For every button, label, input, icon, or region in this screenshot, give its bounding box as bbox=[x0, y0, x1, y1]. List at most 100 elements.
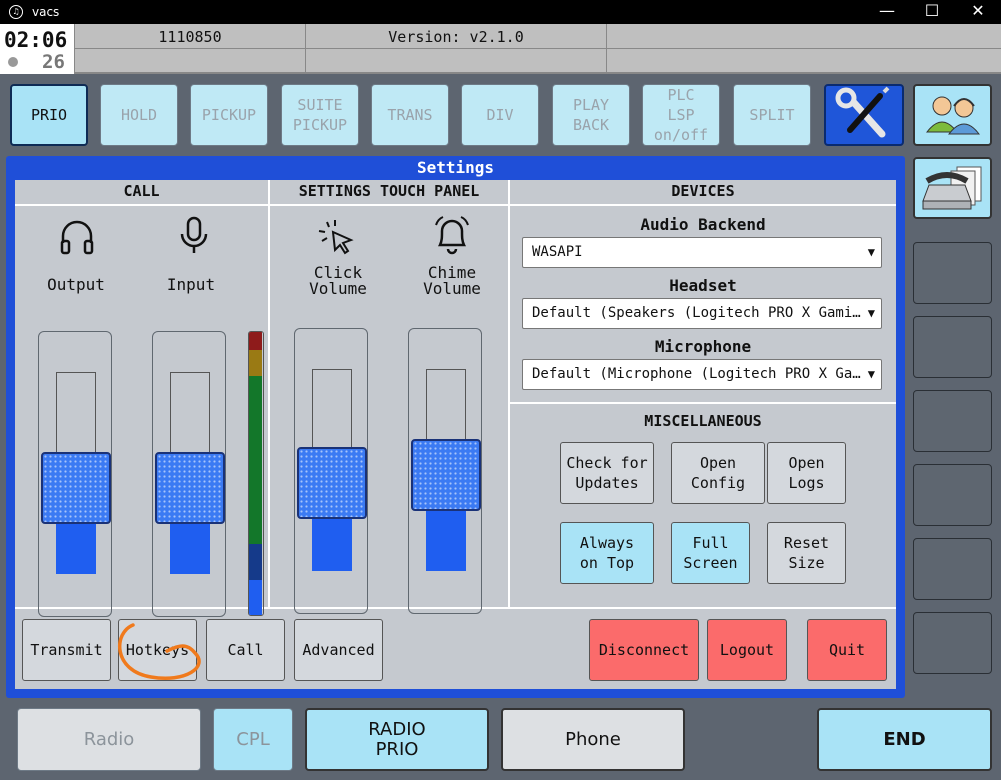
logout-button[interactable]: Logout bbox=[707, 619, 787, 681]
audio-backend-value: WASAPI bbox=[532, 244, 583, 260]
clock-time: 02:06 bbox=[4, 28, 68, 52]
microphone-label: Microphone bbox=[654, 337, 752, 356]
slider-knob[interactable] bbox=[41, 452, 111, 525]
side-slot-button[interactable] bbox=[913, 390, 992, 452]
chevron-down-icon: ▼ bbox=[867, 306, 875, 320]
devices-header: DEVICES bbox=[671, 182, 735, 200]
side-slot-button[interactable] bbox=[913, 242, 992, 304]
minimize-button[interactable]: — bbox=[864, 0, 910, 24]
chime-volume-label: Chime Volume bbox=[423, 263, 481, 298]
meter-segment-level bbox=[249, 580, 262, 615]
side-slot-button[interactable] bbox=[913, 612, 992, 674]
open-logs-button[interactable]: Open Logs bbox=[767, 442, 846, 504]
output-label: Output bbox=[47, 275, 105, 294]
side-slot-button[interactable] bbox=[913, 538, 992, 600]
maximize-button[interactable]: ☐ bbox=[909, 0, 955, 24]
divider bbox=[508, 180, 510, 607]
radio-prio-button[interactable]: RADIO PRIO bbox=[305, 708, 489, 771]
chevron-down-icon: ▼ bbox=[867, 367, 875, 381]
contacts-button[interactable] bbox=[913, 84, 992, 146]
call-header: CALL bbox=[123, 182, 160, 200]
plc-lsp-button[interactable]: PLC LSP on/off bbox=[642, 84, 720, 146]
headset-value: Default (Speakers (Logitech PRO X Gami… bbox=[532, 305, 861, 321]
settings-tools-button[interactable] bbox=[824, 84, 904, 146]
app-headset-icon: ♫ bbox=[9, 5, 23, 19]
close-window-button[interactable]: ✕ bbox=[955, 0, 1001, 24]
bell-icon bbox=[435, 216, 469, 255]
always-on-top-toggle[interactable]: Always on Top bbox=[560, 522, 654, 584]
hold-button[interactable]: HOLD bbox=[100, 84, 178, 146]
divider bbox=[510, 402, 896, 404]
headphones-icon bbox=[60, 220, 94, 255]
slider-knob[interactable] bbox=[297, 446, 367, 519]
touch-panel-header: SETTINGS TOUCH PANEL bbox=[298, 182, 480, 200]
users-headset-icon bbox=[925, 96, 981, 135]
version-field: Version: v2.1.0 bbox=[306, 24, 607, 49]
open-config-button[interactable]: Open Config bbox=[671, 442, 765, 504]
meter-segment-red bbox=[249, 332, 262, 350]
radio-button[interactable]: Radio bbox=[17, 708, 201, 771]
input-volume-slider[interactable] bbox=[152, 331, 226, 617]
prio-button[interactable]: PRIO bbox=[10, 84, 88, 146]
slider-knob[interactable] bbox=[411, 438, 481, 511]
miscellaneous-header: MISCELLANEOUS bbox=[644, 412, 762, 430]
divider bbox=[15, 204, 896, 206]
meter-segment-dark bbox=[249, 544, 262, 580]
check-updates-button[interactable]: Check for Updates bbox=[560, 442, 654, 504]
wrench-screwdriver-icon bbox=[835, 86, 890, 138]
settings-body: CALL SETTINGS TOUCH PANEL DEVICES Output… bbox=[15, 180, 896, 689]
slider-knob[interactable] bbox=[155, 452, 225, 525]
microphone-select[interactable]: Default (Microphone (Logitech PRO X Ga… … bbox=[522, 359, 882, 390]
telephone-icon bbox=[922, 166, 982, 210]
window-titlebar: ♫ vacs — ☐ ✕ bbox=[0, 0, 1001, 24]
pickup-button[interactable]: PICKUP bbox=[190, 84, 268, 146]
microphone-icon bbox=[180, 216, 208, 253]
settings-title: Settings bbox=[416, 158, 495, 177]
suite-pickup-button[interactable]: SUITE PICKUP bbox=[281, 84, 359, 146]
clock-seconds: 26 bbox=[42, 51, 65, 73]
callsign-field: 1110850 bbox=[75, 24, 306, 49]
headset-label: Headset bbox=[669, 276, 737, 295]
cpl-button[interactable]: CPL bbox=[213, 708, 293, 771]
meter-segment-amber bbox=[249, 350, 262, 376]
headset-select[interactable]: Default (Speakers (Logitech PRO X Gami… … bbox=[522, 298, 882, 329]
status-field-empty bbox=[306, 49, 607, 74]
audio-backend-label: Audio Backend bbox=[640, 215, 766, 234]
clock: 02:06 26 bbox=[0, 24, 75, 74]
transmit-tab-button[interactable]: Transmit bbox=[22, 619, 111, 681]
status-dot-icon bbox=[8, 57, 18, 67]
input-level-meter bbox=[248, 331, 264, 616]
click-volume-slider[interactable] bbox=[294, 328, 368, 614]
cursor-click-icon bbox=[318, 220, 354, 255]
chevron-down-icon: ▼ bbox=[867, 245, 875, 259]
phonebook-button[interactable] bbox=[913, 157, 992, 219]
side-slot-button[interactable] bbox=[913, 316, 992, 378]
disconnect-button[interactable]: Disconnect bbox=[589, 619, 699, 681]
meter-segment-green bbox=[249, 376, 262, 544]
div-button[interactable]: DIV bbox=[461, 84, 539, 146]
chime-volume-slider[interactable] bbox=[408, 328, 482, 614]
advanced-tab-button[interactable]: Advanced bbox=[294, 619, 383, 681]
output-volume-slider[interactable] bbox=[38, 331, 112, 617]
side-slot-button[interactable] bbox=[913, 464, 992, 526]
full-screen-toggle[interactable]: Full Screen bbox=[671, 522, 750, 584]
divider bbox=[268, 180, 270, 607]
quit-button[interactable]: Quit bbox=[807, 619, 887, 681]
audio-backend-select[interactable]: WASAPI ▼ bbox=[522, 237, 882, 268]
settings-panel: Settings CALL SETTINGS TOUCH PANEL DEVIC… bbox=[6, 156, 905, 698]
status-field-empty bbox=[75, 49, 306, 74]
trans-button[interactable]: TRANS bbox=[371, 84, 449, 146]
call-tab-button[interactable]: Call bbox=[206, 619, 285, 681]
phone-button[interactable]: Phone bbox=[501, 708, 685, 771]
reset-size-button[interactable]: Reset Size bbox=[767, 522, 846, 584]
window-title: vacs bbox=[32, 5, 60, 19]
microphone-value: Default (Microphone (Logitech PRO X Ga… bbox=[532, 366, 861, 382]
input-label: Input bbox=[166, 275, 216, 294]
split-button[interactable]: SPLIT bbox=[733, 84, 811, 146]
status-bar: 02:06 26 1110850 Version: v2.1.0 bbox=[0, 24, 1001, 74]
hotkeys-tab-button[interactable]: Hotkeys bbox=[118, 619, 197, 681]
click-volume-label: Click Volume bbox=[309, 263, 367, 298]
status-field-empty bbox=[607, 24, 1001, 49]
playback-button[interactable]: PLAY BACK bbox=[552, 84, 630, 146]
end-call-button[interactable]: END bbox=[817, 708, 992, 771]
